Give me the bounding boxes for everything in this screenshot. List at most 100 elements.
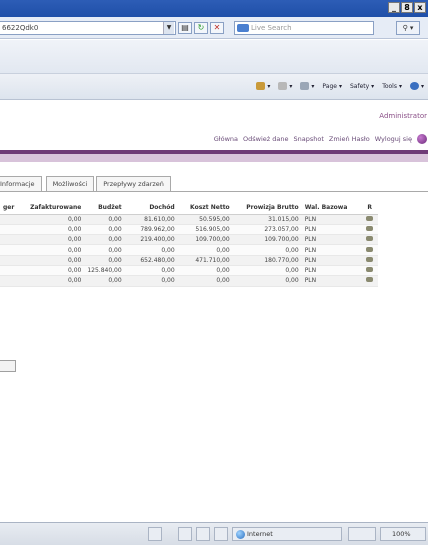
cell xyxy=(0,275,18,287)
cell: PLN xyxy=(301,255,362,266)
cell: 0,00 xyxy=(177,244,233,256)
cell: 0,00 xyxy=(232,275,302,287)
command-bar: ▾ ▾ ▾ Page ▾ Safety ▾ Tools ▾ ▾ xyxy=(0,74,428,100)
cell: 50.595,00 xyxy=(177,214,233,225)
cell: 0,00 xyxy=(232,265,302,277)
report-icon[interactable] xyxy=(361,255,378,266)
safety-menu[interactable]: Safety ▾ xyxy=(350,83,374,90)
col-waluta-bazowa[interactable]: Wal. Bazowa xyxy=(301,201,362,215)
col-zafakturowane[interactable]: Zafakturowane xyxy=(17,201,85,215)
address-dropdown-icon[interactable]: ▼ xyxy=(163,22,174,34)
col-r[interactable]: R xyxy=(361,201,378,215)
cell: 109.700,00 xyxy=(232,234,302,246)
search-input[interactable]: Live Search xyxy=(234,21,374,35)
cell xyxy=(0,265,18,277)
cell: 31.015,00 xyxy=(232,214,302,225)
print-icon[interactable]: ▾ xyxy=(300,82,314,90)
cell: PLN xyxy=(301,214,362,225)
cell: 0,00 xyxy=(84,255,125,266)
cell: 0,00 xyxy=(84,275,125,287)
maximize-button[interactable]: 8 xyxy=(401,2,413,13)
table-row[interactable]: 0,00 0,00 0,00 0,00 0,00 PLN xyxy=(0,275,378,287)
page-content: Administrator Główna Odśwież dane Snapsh… xyxy=(0,101,428,522)
address-toolbar: 6622Qdk0 ▼ ▤ ↻ ✕ Live Search ⚲ ▾ xyxy=(0,17,428,39)
table-row[interactable]: 0,00 0,00 81.610,00 50.595,00 31.015,00 … xyxy=(0,214,378,225)
col-koszt-netto[interactable]: Koszt Netto xyxy=(177,201,233,215)
link-change-password[interactable]: Zmień Hasło xyxy=(329,135,370,143)
cell: 273.057,00 xyxy=(232,224,302,236)
cell: PLN xyxy=(301,224,362,236)
action-button[interactable] xyxy=(0,360,16,372)
live-search-icon xyxy=(237,24,249,32)
cell: 0,00 xyxy=(17,214,85,225)
cell: 471.710,00 xyxy=(177,255,233,266)
cell: 0,00 xyxy=(84,214,125,225)
status-segment xyxy=(148,527,162,541)
status-segment xyxy=(196,527,210,541)
report-icon[interactable] xyxy=(361,214,378,225)
link-snapshot[interactable]: Snapshot xyxy=(293,135,323,143)
col-prowizja-brutto[interactable]: Prowizja Brutto xyxy=(232,201,302,215)
protected-mode-segment[interactable] xyxy=(348,527,376,541)
header-subdivider xyxy=(0,154,428,162)
report-icon[interactable] xyxy=(361,265,378,277)
address-field[interactable]: 6622Qdk0 xyxy=(0,21,176,35)
col-budzet[interactable]: Budżet xyxy=(84,201,125,215)
table-row[interactable]: 0,00 125.840,00 0,00 0,00 0,00 PLN xyxy=(0,265,378,277)
cell: 0,00 xyxy=(124,244,178,256)
user-name: Administrator xyxy=(379,112,427,120)
tab-mozliwosci[interactable]: Możliwości xyxy=(45,176,95,191)
minimize-button[interactable]: _ xyxy=(388,2,400,13)
cell: 125.840,00 xyxy=(84,265,125,277)
refresh-icon[interactable]: ↻ xyxy=(194,22,208,34)
table-row[interactable]: 0,00 0,00 219.400,00 109.700,00 109.700,… xyxy=(0,234,378,246)
cell: 0,00 xyxy=(17,275,85,287)
home-icon[interactable]: ▾ xyxy=(256,82,270,90)
stop-icon[interactable]: ✕ xyxy=(210,22,224,34)
globe-icon xyxy=(236,529,245,539)
cell: 109.700,00 xyxy=(177,234,233,246)
cell xyxy=(0,244,18,256)
report-icon[interactable] xyxy=(361,275,378,287)
tab-przeplywy-zdarzen[interactable]: Przepływy zdarzeń xyxy=(96,176,171,191)
help-icon[interactable]: ▾ xyxy=(409,82,424,90)
cell: PLN xyxy=(301,265,362,277)
table-row[interactable]: 0,00 0,00 652.480,00 471.710,00 180.770,… xyxy=(0,255,378,266)
cell: 0,00 xyxy=(84,224,125,236)
cell xyxy=(0,224,18,236)
table-row[interactable]: 0,00 0,00 789.962,00 516.905,00 273.057,… xyxy=(0,224,378,236)
cell: 652.480,00 xyxy=(124,255,178,266)
cell: 0,00 xyxy=(17,224,85,236)
cell xyxy=(0,234,18,246)
cell: PLN xyxy=(301,244,362,256)
link-home[interactable]: Główna xyxy=(214,135,238,143)
search-placeholder: Live Search xyxy=(251,24,292,32)
zoom-level: 100% xyxy=(392,530,411,538)
cell: 180.770,00 xyxy=(232,255,302,266)
status-segment xyxy=(178,527,192,541)
cell: 0,00 xyxy=(177,275,233,287)
search-button[interactable]: ⚲ ▾ xyxy=(396,21,420,35)
cell: 789.962,00 xyxy=(124,224,178,236)
window-controls: _ 8 x xyxy=(388,2,426,13)
report-icon[interactable] xyxy=(361,224,378,236)
cell: 516.905,00 xyxy=(177,224,233,236)
tab-informacje[interactable]: Informacje xyxy=(0,176,42,191)
cell: 81.610,00 xyxy=(124,214,178,225)
compatibility-icon[interactable]: ▤ xyxy=(178,22,192,34)
page-menu[interactable]: Page ▾ xyxy=(322,83,342,90)
close-button[interactable]: x xyxy=(414,2,426,13)
tools-menu[interactable]: Tools ▾ xyxy=(382,83,402,90)
col-dochod[interactable]: Dochód xyxy=(124,201,178,215)
favorites-bar xyxy=(0,40,428,74)
cell: 0,00 xyxy=(232,244,302,256)
feeds-icon[interactable]: ▾ xyxy=(278,82,292,90)
report-icon[interactable] xyxy=(361,244,378,256)
cell: 0,00 xyxy=(124,275,178,287)
col-manager[interactable]: ger xyxy=(0,201,18,215)
table-row[interactable]: 0,00 0,00 0,00 0,00 0,00 PLN xyxy=(0,244,378,256)
cell xyxy=(0,214,18,225)
report-icon[interactable] xyxy=(361,234,378,246)
link-logout[interactable]: Wyloguj się xyxy=(375,135,412,143)
link-refresh-data[interactable]: Odśwież dane xyxy=(243,135,288,143)
